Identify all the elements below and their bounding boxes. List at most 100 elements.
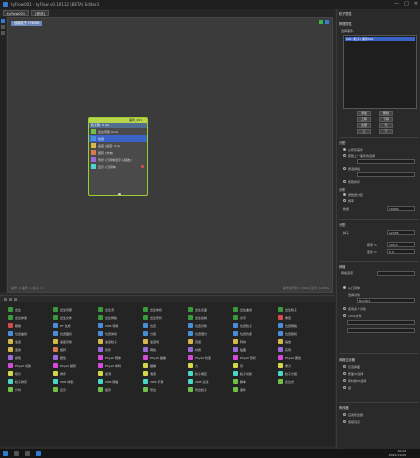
operator-item[interactable]: 文字 — [233, 314, 278, 321]
operator-item[interactable]: VDB 网格 — [98, 378, 143, 385]
count-field[interactable]: 10000 — [387, 206, 415, 211]
radio-probability[interactable] — [343, 199, 346, 202]
operator-item[interactable]: 旋转 — [53, 346, 98, 353]
tab-modify[interactable]: [修改] — [31, 10, 49, 16]
radio-by-count[interactable] — [343, 193, 346, 196]
settings-icon[interactable] — [325, 20, 329, 24]
remove-icon[interactable] — [141, 165, 144, 168]
operator-item[interactable]: 出生流 — [98, 306, 143, 313]
operator-item[interactable]: 速度 — [8, 338, 53, 345]
check-keep-verts[interactable] — [343, 420, 346, 423]
operator-item[interactable]: 出生体积 — [143, 306, 188, 313]
radio-all-events[interactable] — [343, 148, 346, 151]
check-face-id[interactable] — [343, 372, 346, 375]
operator-item[interactable]: 重置 — [278, 314, 323, 321]
search-icon[interactable] — [14, 451, 19, 456]
grip-icon[interactable] — [9, 297, 12, 301]
list-item[interactable]: 001 (粒子) 事件001 — [345, 37, 415, 41]
operator-item[interactable]: 删除 — [8, 322, 53, 329]
grip-icon[interactable] — [14, 297, 17, 301]
operator-item[interactable]: 力 — [188, 362, 233, 369]
operator-item[interactable]: 事件 — [233, 386, 278, 393]
operator-item[interactable]: 出生文件 — [53, 314, 98, 321]
operator-item[interactable]: 位置粒子 — [233, 322, 278, 329]
variation-field[interactable]: 0.0 — [387, 249, 415, 254]
all-button[interactable]: 全部 — [357, 123, 371, 128]
select-tool-icon[interactable] — [1, 19, 5, 23]
node-operator-row[interactable]: 形状 (几何体显示 [基础]) — [89, 156, 147, 163]
operator-item[interactable]: 粒子分组 — [278, 370, 323, 377]
mtlib-field[interactable] — [347, 320, 415, 325]
check-group[interactable] — [343, 386, 346, 389]
down-button[interactable]: 下 — [379, 129, 393, 134]
operator-item[interactable]: PhysX 属性 — [278, 354, 323, 361]
operator-item[interactable]: 转向 — [233, 338, 278, 345]
section-particle-props[interactable]: 粒子属性 — [339, 11, 352, 16]
node-operator-row[interactable]: 速度 (速度: 0.0) — [89, 142, 147, 149]
operator-item[interactable]: 出生绘制 — [188, 314, 233, 321]
operator-item[interactable]: VDB 平滑 — [143, 378, 188, 385]
move-up-button[interactable]: 上移 — [357, 117, 371, 122]
operator-item[interactable]: 位置曲线 — [8, 330, 53, 337]
operator-item[interactable]: 显示 — [53, 386, 98, 393]
mtlib-path-field[interactable] — [347, 328, 415, 333]
operator-item[interactable]: 形状 — [98, 346, 143, 353]
operator-item[interactable]: 脚本 — [233, 378, 278, 385]
operator-item[interactable]: 出生表面 — [188, 306, 233, 313]
section-mesh[interactable]: 网格 — [339, 264, 345, 269]
check-apply-modifiers[interactable] — [343, 413, 346, 416]
operator-item[interactable]: PhysX 布料 — [98, 362, 143, 369]
operator-item[interactable]: 颜色 — [8, 354, 53, 361]
operator-item[interactable]: 速度对象 — [53, 338, 98, 345]
operator-item[interactable]: PhysX 约束 — [188, 354, 233, 361]
pan-tool-icon[interactable] — [1, 25, 5, 29]
explorer-icon[interactable] — [25, 451, 30, 456]
operator-item[interactable]: 位置对象 — [188, 322, 233, 329]
operator-item[interactable]: 粒子切换 — [233, 370, 278, 377]
mesh-dropdown[interactable] — [377, 271, 415, 276]
operator-item[interactable]: VDB 体积 — [53, 378, 98, 385]
operator-item[interactable]: 缩放 — [278, 338, 323, 345]
operator-item[interactable]: 计时 — [8, 386, 53, 393]
operator-item[interactable]: 自旋 — [188, 338, 233, 345]
operator-item[interactable]: 材质 — [188, 346, 233, 353]
operator-item[interactable]: 吸引 — [8, 370, 53, 377]
section-distribute[interactable]: 分配 — [339, 222, 345, 227]
operator-item[interactable]: 出生形状 — [143, 314, 188, 321]
operator-item[interactable]: 出生粒子 — [278, 306, 323, 313]
operator-item[interactable]: 粒子绑定 — [188, 370, 233, 377]
operator-item[interactable]: VDB 转换 — [98, 322, 143, 329]
section-physics-props[interactable]: 物理属性 — [339, 21, 352, 26]
operator-item[interactable]: 位置随机 — [278, 330, 323, 337]
operator-item[interactable]: 实例 — [278, 346, 323, 353]
prob-field[interactable]: 100.0 — [387, 242, 415, 247]
group-field[interactable] — [357, 172, 415, 177]
radio-mtlib[interactable] — [343, 314, 346, 317]
operator-item[interactable]: PhysX 刚体 — [98, 354, 143, 361]
up-button[interactable]: 上 — [357, 129, 371, 134]
operator-item[interactable]: 湍流 — [143, 370, 188, 377]
node-operator-row[interactable]: 位置 — [89, 135, 147, 142]
section-distribution[interactable]: 分布 — [339, 187, 345, 192]
operator-item[interactable]: 缓存 — [98, 386, 143, 393]
check-faces-only[interactable] — [343, 365, 346, 368]
radio-prev-event[interactable] — [343, 154, 346, 157]
operator-item[interactable]: 分组 — [143, 330, 188, 337]
output-pin[interactable] — [118, 193, 121, 195]
operator-item[interactable]: PhysX 破碎 — [53, 362, 98, 369]
operator-item[interactable]: 风 — [233, 362, 278, 369]
start-icon[interactable] — [3, 451, 8, 456]
operator-item[interactable]: 变换 — [8, 346, 53, 353]
operator-item[interactable]: 速度场 — [143, 338, 188, 345]
refresh-icon[interactable] — [319, 20, 323, 24]
minimize-button[interactable]: — — [394, 1, 399, 7]
seed-field[interactable]: 12345 — [387, 230, 415, 235]
breadcrumb[interactable]: 创建粒子 TYBIRD — [11, 21, 43, 26]
none-button[interactable]: 无 — [379, 123, 393, 128]
grip-icon[interactable] — [4, 297, 7, 301]
operator-item[interactable]: PhysX 碰撞 — [143, 354, 188, 361]
prev-event-field[interactable] — [357, 159, 415, 164]
operator-item[interactable]: VDB 过滤 — [188, 378, 233, 385]
operator-item[interactable]: 速度粒子 — [98, 338, 143, 345]
max-app-icon[interactable] — [36, 451, 41, 456]
